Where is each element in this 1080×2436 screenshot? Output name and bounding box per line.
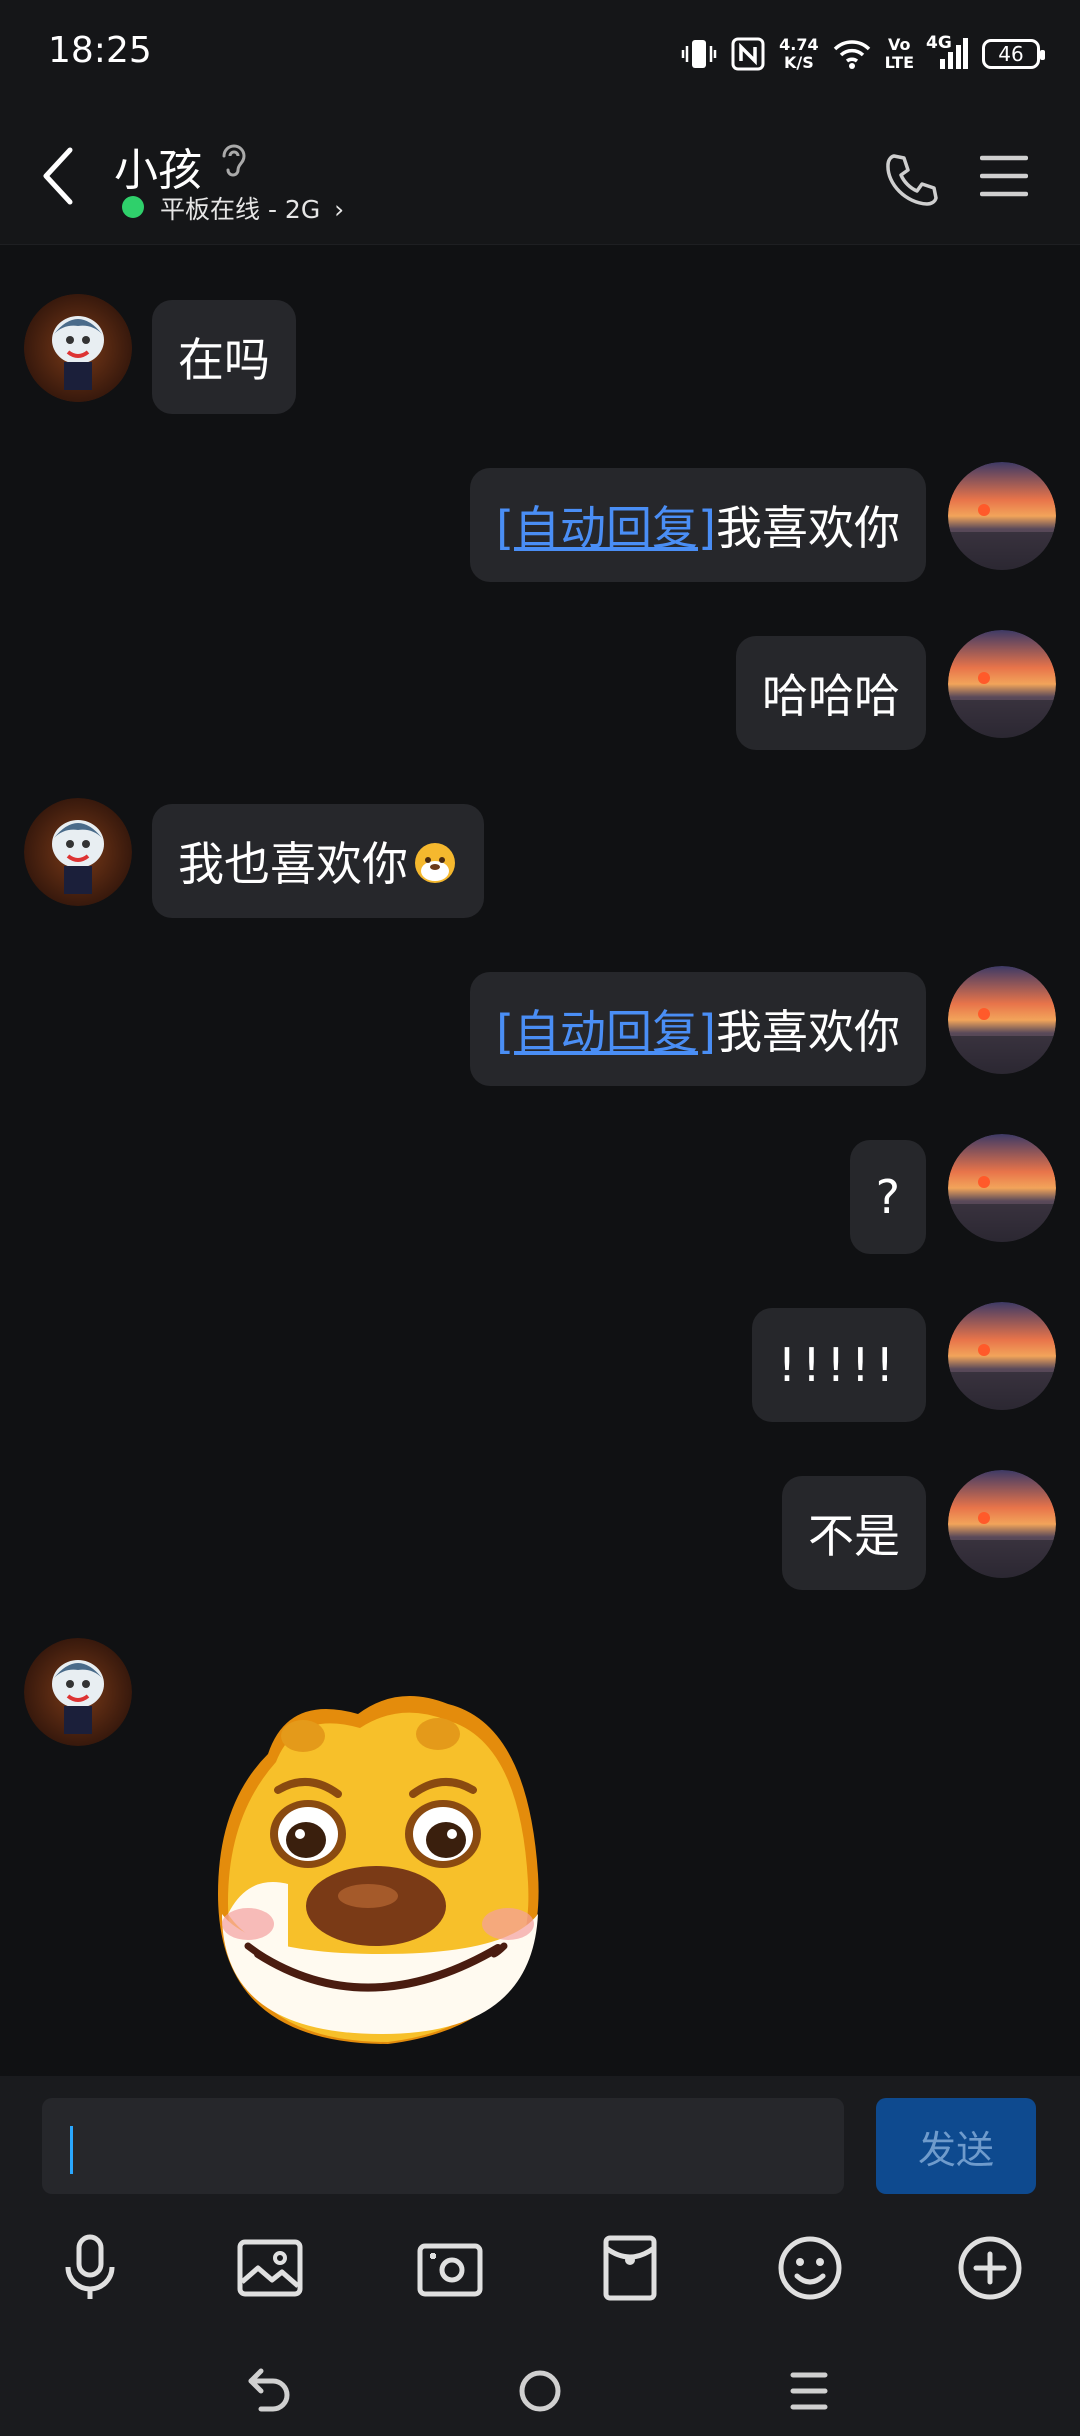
my-avatar[interactable] [948,1470,1056,1578]
phone-call-button[interactable] [880,150,940,214]
wifi-icon [833,38,871,70]
message-bubble[interactable]: 在吗 [152,300,296,414]
network-speed-value: 4.74 [779,35,819,54]
nav-home-button[interactable] [505,2356,575,2426]
red-packet-button[interactable] [590,2228,670,2308]
contact-name[interactable]: 小孩 [114,134,202,198]
back-arrow-icon [43,147,73,205]
ear-icon [218,140,250,184]
message-text: 我喜欢你 [716,1005,900,1059]
message-text: ? [875,1170,900,1224]
input-toolbar [0,2228,1080,2308]
message-bubble[interactable]: !!!!! [751,1308,926,1422]
nfc-icon [731,37,765,71]
status-time: 18:25 [48,30,152,71]
signal-icon: 4G [926,33,968,71]
my-avatar[interactable] [948,462,1056,570]
battery-indicator: 46 [982,39,1045,69]
message-bubble[interactable]: 我也喜欢你 [152,804,484,918]
microphone-icon [65,2234,115,2299]
contact-avatar[interactable] [24,798,132,906]
vibrate-icon [681,36,717,72]
recents-icon [790,2372,828,2410]
message-text: 在吗 [178,333,270,387]
message-text: 不是 [808,1509,900,1563]
message-text: !!!!! [777,1338,900,1392]
message-bubble[interactable]: ? [849,1140,926,1254]
chat-header: 小孩 平板在线 - 2G › [0,110,1080,245]
message-bubble[interactable]: 不是 [782,1476,926,1590]
dog-sticker-image[interactable] [208,1684,568,2054]
system-navigation-bar [0,2346,1080,2436]
message-input[interactable] [42,2098,844,2194]
network-speed: 4.74 K/S [779,36,818,72]
plus-icon [958,2236,1022,2300]
my-avatar[interactable] [948,1134,1056,1242]
camera-button[interactable] [410,2228,490,2308]
volte-top: Vo [888,35,911,54]
status-bar: 18:25 4.74 K/S Vo LTE 4G 46 [0,0,1080,110]
voice-button[interactable] [50,2228,130,2308]
message-bubble[interactable]: 哈哈哈 [736,636,926,750]
input-panel: 发送 [0,2076,1080,2436]
chevron-right-icon: › [334,195,345,224]
phone-icon [886,154,938,206]
online-status-text: 平板在线 - 2G [160,195,321,224]
battery-level: 46 [998,42,1024,66]
back-button[interactable] [38,146,78,206]
menu-icon [979,155,1029,197]
image-icon [237,2239,303,2297]
emoji-icon [778,2236,842,2300]
home-icon [519,2370,561,2412]
online-status[interactable]: 平板在线 - 2G › [160,190,344,226]
emoji-button[interactable] [770,2228,850,2308]
send-button[interactable]: 发送 [876,2098,1036,2194]
message-bubble[interactable]: [自动回复] 我喜欢你 [470,972,926,1086]
message-text: 我也喜欢你 [178,837,408,891]
image-button[interactable] [230,2228,310,2308]
text-cursor [70,2126,73,2174]
volte-indicator: Vo LTE [885,36,914,72]
my-avatar[interactable] [948,1302,1056,1410]
volte-bottom: LTE [884,53,914,72]
network-speed-unit: K/S [783,53,814,72]
contact-avatar[interactable] [24,1638,132,1746]
back-gesture-icon [248,2368,290,2412]
camera-icon [417,2243,483,2297]
status-icons: 4.74 K/S Vo LTE 4G 46 [681,28,1045,80]
auto-reply-tag[interactable]: [自动回复] [496,492,716,558]
nav-back-button[interactable] [236,2356,306,2426]
online-dot [122,196,144,218]
message-bubble[interactable]: [自动回复] 我喜欢你 [470,468,926,582]
nav-recents-button[interactable] [774,2356,844,2426]
my-avatar[interactable] [948,630,1056,738]
dog-emoji-icon [412,838,458,884]
my-avatar[interactable] [948,966,1056,1074]
red-packet-icon [603,2235,657,2301]
more-button[interactable] [950,2228,1030,2308]
message-text: 我喜欢你 [716,501,900,555]
chat-menu-button[interactable] [979,154,1029,202]
contact-avatar[interactable] [24,294,132,402]
network-type: 4G [926,33,952,53]
message-text: 哈哈哈 [762,669,900,723]
auto-reply-tag[interactable]: [自动回复] [496,996,716,1062]
